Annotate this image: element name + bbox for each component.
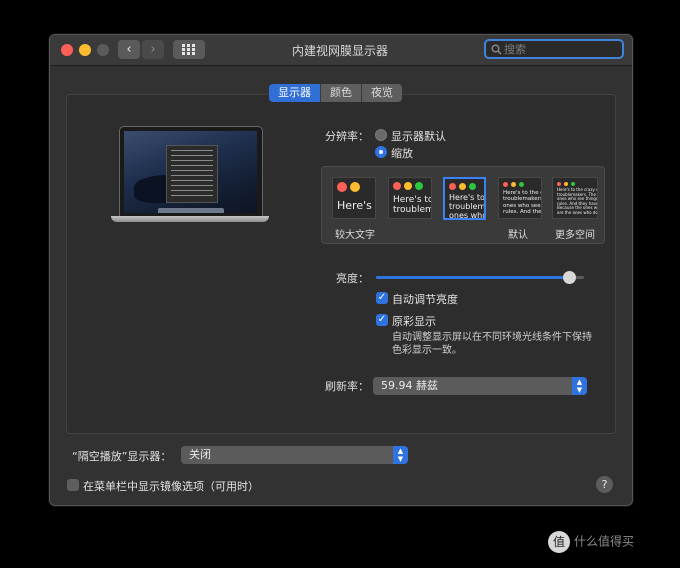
laptop-image bbox=[111, 126, 287, 236]
brightness-slider[interactable] bbox=[376, 271, 584, 284]
brightness-label: 亮度： bbox=[336, 272, 369, 285]
help-button[interactable]: ? bbox=[596, 476, 613, 493]
caption-default: 默认 bbox=[508, 230, 528, 241]
preview-document bbox=[166, 145, 218, 203]
watermark-text: 什么值得买 bbox=[574, 534, 635, 549]
brightness-slider-knob[interactable] bbox=[563, 271, 577, 284]
search-input[interactable] bbox=[504, 42, 616, 56]
scale-option-5[interactable]: Here's to the crazy one troublemakers. T… bbox=[552, 177, 598, 219]
caption-larger-text: 较大文字 bbox=[335, 230, 375, 241]
scale-option-4-text: Here's to the c troublemakers ones who s… bbox=[503, 190, 542, 215]
refresh-rate-label: 刷新率： bbox=[325, 380, 369, 393]
scale-option-1[interactable]: Here's bbox=[332, 177, 376, 219]
close-button[interactable] bbox=[61, 44, 73, 56]
display-preferences-window: ‹ › 内建视网膜显示器 显示器 颜色 夜览 bbox=[49, 34, 633, 506]
title-bar: ‹ › 内建视网膜显示器 bbox=[50, 35, 632, 66]
laptop-base bbox=[111, 216, 269, 222]
show-all-button[interactable] bbox=[173, 40, 205, 59]
radio-scaled-label: 缩放 bbox=[391, 147, 413, 160]
auto-brightness-checkbox[interactable]: ✓ bbox=[376, 292, 388, 304]
back-button[interactable]: ‹ bbox=[118, 40, 140, 59]
radio-display-default[interactable] bbox=[375, 129, 387, 141]
airplay-display-value: 关闭 bbox=[189, 448, 211, 461]
zoom-button[interactable] bbox=[97, 44, 109, 56]
preview-dock bbox=[158, 208, 224, 213]
grid-icon bbox=[182, 44, 195, 55]
chevron-updown-icon: ▲ ▼ bbox=[393, 446, 408, 464]
refresh-rate-select[interactable]: 59.94 赫兹 ▲ ▼ bbox=[373, 377, 587, 395]
search-field[interactable] bbox=[484, 39, 624, 59]
true-tone-checkbox[interactable]: ✓ bbox=[376, 314, 388, 326]
auto-brightness-label: 自动调节亮度 bbox=[392, 293, 458, 306]
scale-option-2-text: Here's to troublem bbox=[393, 195, 432, 216]
display-panel: 分辨率： 显示器默认 缩放 Here's Here's to troublem … bbox=[66, 94, 616, 434]
tab-display[interactable]: 显示器 bbox=[269, 84, 321, 102]
window-dots-icon bbox=[503, 182, 524, 187]
laptop-lid bbox=[119, 126, 263, 218]
minimize-button[interactable] bbox=[79, 44, 91, 56]
tab-bar: 显示器 颜色 夜览 bbox=[269, 84, 402, 102]
scale-option-1-text: Here's bbox=[337, 199, 372, 212]
window-dots-icon bbox=[337, 182, 360, 192]
chevron-left-icon: ‹ bbox=[126, 42, 132, 57]
scale-option-2[interactable]: Here's to troublem bbox=[388, 177, 432, 219]
true-tone-label: 原彩显示 bbox=[392, 315, 436, 328]
window-dots-icon bbox=[557, 182, 575, 186]
brightness-slider-fill bbox=[376, 276, 570, 279]
tab-night-shift[interactable]: 夜览 bbox=[362, 84, 402, 102]
window-title: 内建视网膜显示器 bbox=[291, 44, 388, 58]
radio-display-default-label: 显示器默认 bbox=[391, 130, 446, 143]
watermark: 值什么值得买 bbox=[548, 531, 634, 553]
caption-more-space: 更多空间 bbox=[555, 230, 595, 241]
window-dots-icon bbox=[393, 182, 423, 190]
window-dots-icon bbox=[449, 183, 476, 190]
forward-button[interactable]: › bbox=[142, 40, 164, 59]
scaling-options: Here's Here's to troublem Here's to t tr… bbox=[321, 166, 605, 244]
true-tone-description: 自动调整显示屏以在不同环境光线条件下保持色彩显示一致。 bbox=[392, 332, 592, 356]
chevron-right-icon: › bbox=[150, 42, 156, 57]
mirroring-options-checkbox[interactable] bbox=[67, 479, 79, 491]
laptop-screen bbox=[124, 131, 257, 213]
search-icon bbox=[491, 44, 502, 55]
refresh-rate-value: 59.94 赫兹 bbox=[381, 379, 438, 392]
radio-scaled[interactable] bbox=[375, 146, 387, 158]
chevron-updown-icon: ▲ ▼ bbox=[572, 377, 587, 395]
airplay-display-select[interactable]: 关闭 ▲ ▼ bbox=[181, 446, 408, 464]
scale-option-5-text: Here's to the crazy one troublemakers. T… bbox=[557, 187, 598, 215]
scale-option-4[interactable]: Here's to the c troublemakers ones who s… bbox=[498, 177, 542, 219]
scale-option-3-text: Here's to t troublema ones who bbox=[449, 193, 486, 220]
tab-color[interactable]: 颜色 bbox=[321, 84, 362, 102]
resolution-label: 分辨率： bbox=[325, 130, 369, 143]
mirroring-options-label: 在菜单栏中显示镜像选项（可用时） bbox=[83, 480, 259, 493]
scale-option-3[interactable]: Here's to t troublema ones who bbox=[443, 177, 486, 220]
watermark-logo-icon: 值 bbox=[548, 531, 570, 553]
airplay-display-label: “隔空播放”显示器： bbox=[72, 450, 172, 463]
